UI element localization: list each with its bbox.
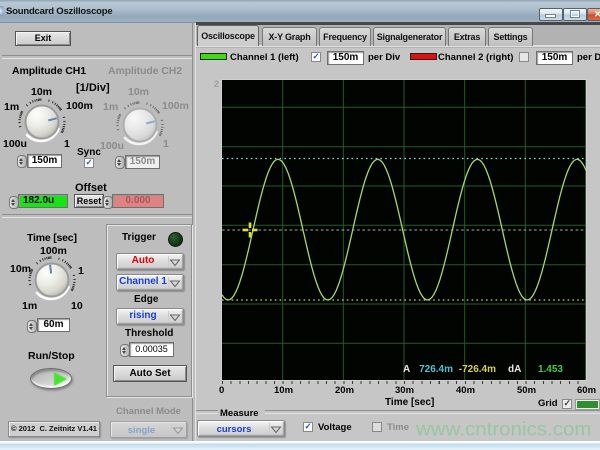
svg-text:726.4m: 726.4m [419, 364, 453, 375]
svg-text:1.453: 1.453 [538, 364, 563, 375]
svg-text:A: A [403, 364, 410, 375]
svg-text:dA: dA [508, 364, 521, 375]
svg-text:-726.4m: -726.4m [459, 364, 496, 375]
